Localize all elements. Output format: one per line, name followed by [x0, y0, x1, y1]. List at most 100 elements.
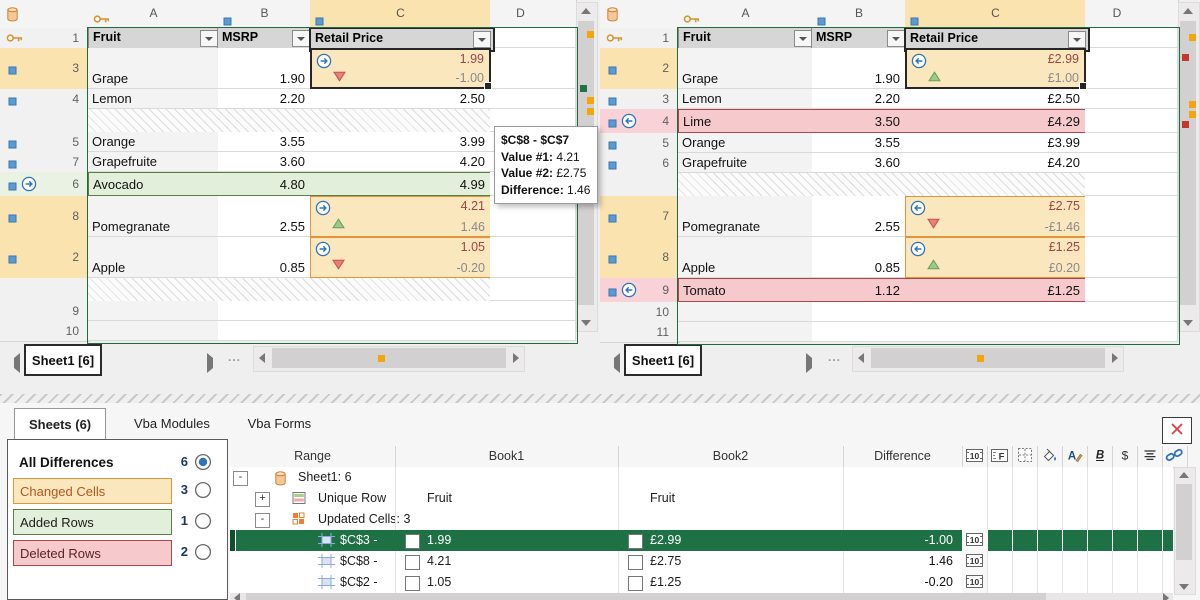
- scroll-thumb[interactable]: [1180, 21, 1196, 305]
- cell-empty[interactable]: [1085, 109, 1149, 133]
- fruit-cell[interactable]: Lime: [678, 109, 813, 133]
- font-format-button[interactable]: A: [1062, 446, 1088, 468]
- column-header-C[interactable]: C: [310, 0, 492, 29]
- goto-difference-icon[interactable]: [910, 241, 926, 260]
- fruit-cell[interactable]: Avocado: [88, 172, 219, 196]
- retail-cell[interactable]: [310, 321, 491, 341]
- filter-button[interactable]: [292, 30, 310, 47]
- cell-empty[interactable]: [1085, 237, 1149, 278]
- retail-cell[interactable]: £2.99£1.00: [905, 48, 1086, 89]
- filter-button[interactable]: [200, 30, 218, 47]
- scroll-thumb[interactable]: [871, 348, 1105, 368]
- row-header-4[interactable]: 4: [600, 109, 680, 134]
- row-header-3[interactable]: 3: [600, 89, 680, 110]
- collapse-button[interactable]: -: [233, 471, 248, 486]
- show-links-button[interactable]: [1162, 446, 1188, 468]
- scroll-thumb[interactable]: [246, 593, 1046, 600]
- sheet-nav-right-icon[interactable]: [207, 353, 221, 373]
- column-header-D[interactable]: D: [490, 0, 552, 29]
- scroll-down-button[interactable]: [1179, 584, 1189, 590]
- retail-cell[interactable]: [905, 322, 1086, 342]
- goto-difference-icon[interactable]: [910, 200, 926, 219]
- msrp-cell[interactable]: 0.85: [218, 237, 311, 278]
- msrp-cell[interactable]: 2.55: [218, 196, 311, 237]
- fruit-cell[interactable]: Apple: [88, 237, 219, 278]
- column-header-B[interactable]: B: [218, 0, 312, 29]
- retail-cell[interactable]: £2.50: [905, 89, 1086, 109]
- cell-empty[interactable]: [1148, 302, 1178, 322]
- msrp-cell[interactable]: 1.90: [218, 48, 311, 89]
- retail-cell[interactable]: £1.25£0.20: [905, 237, 1086, 278]
- row-header-3[interactable]: 3: [0, 48, 91, 90]
- filter-button[interactable]: [887, 30, 905, 47]
- cell-empty[interactable]: [1148, 196, 1178, 237]
- field-header-fruit[interactable]: Fruit: [88, 27, 221, 50]
- fruit-cell[interactable]: Lemon: [678, 89, 813, 109]
- legend-radio[interactable]: [194, 543, 212, 561]
- fruit-cell[interactable]: Pomegranate: [678, 196, 813, 237]
- column-header-difference[interactable]: Difference: [843, 446, 963, 468]
- column-header-book1[interactable]: Book1: [395, 446, 619, 468]
- scroll-right-button[interactable]: [513, 353, 519, 363]
- tab-vba-modules[interactable]: Vba Modules: [120, 408, 224, 438]
- filter-button[interactable]: [473, 31, 491, 48]
- fruit-cell[interactable]: Pomegranate: [88, 196, 219, 237]
- retail-cell[interactable]: 2.50: [310, 89, 491, 109]
- msrp-cell[interactable]: [218, 301, 311, 321]
- cell-empty[interactable]: [1085, 278, 1149, 302]
- msrp-cell[interactable]: 4.80: [218, 172, 311, 196]
- row-header-4[interactable]: 4: [0, 89, 90, 110]
- retail-cell[interactable]: [905, 302, 1086, 322]
- scroll-up-button[interactable]: [1183, 8, 1193, 14]
- sheet-tab[interactable]: Sheet1 [6]: [624, 344, 702, 376]
- row-header-1[interactable]: 1: [600, 28, 680, 49]
- fruit-cell[interactable]: [88, 321, 219, 341]
- cell-stub1[interactable]: [550, 28, 576, 48]
- diff-table-row[interactable]: $C$8 -4.21£2.751.4610: [230, 551, 1173, 573]
- legend-radio[interactable]: [194, 512, 212, 530]
- msrp-cell[interactable]: 1.12: [812, 278, 906, 302]
- cell-empty[interactable]: [1148, 133, 1178, 153]
- fruit-cell[interactable]: [88, 301, 219, 321]
- legend-radio[interactable]: [194, 481, 212, 499]
- sheet-nav-right-icon[interactable]: [806, 353, 820, 373]
- column-header-C[interactable]: C: [905, 0, 1087, 29]
- msrp-cell[interactable]: [812, 302, 906, 322]
- diff-table-row[interactable]: -Sheet1: 6: [230, 467, 1173, 489]
- row-header[interactable]: [600, 173, 680, 197]
- fruit-cell[interactable]: Lemon: [88, 89, 219, 109]
- cell-empty[interactable]: [1085, 173, 1149, 196]
- cell-empty[interactable]: [490, 89, 551, 109]
- number-format-button[interactable]: 10: [962, 446, 988, 468]
- retail-cell[interactable]: 1.05-0.20: [310, 237, 491, 278]
- select-all-corner[interactable]: [0, 0, 90, 29]
- column-header-B[interactable]: B: [812, 0, 907, 29]
- cell-checkbox[interactable]: [628, 576, 643, 591]
- sheet-nav-left-icon[interactable]: [606, 353, 620, 373]
- diff-table-row[interactable]: $C$3 -1.99£2.99-1.0010: [230, 530, 1173, 551]
- cell-empty[interactable]: [1148, 153, 1178, 173]
- tab-vba-forms[interactable]: Vba Forms: [234, 408, 326, 438]
- sheet-nav-left-icon[interactable]: [6, 353, 20, 373]
- msrp-cell[interactable]: 2.20: [812, 89, 906, 109]
- cell-checkbox[interactable]: [405, 555, 420, 570]
- cell-D1[interactable]: [490, 28, 551, 48]
- scroll-left-button[interactable]: [234, 593, 240, 600]
- scroll-right-button[interactable]: [1163, 593, 1169, 600]
- scroll-up-button[interactable]: [1179, 472, 1189, 478]
- msrp-cell[interactable]: 0.85: [812, 237, 906, 278]
- cell-empty[interactable]: [490, 48, 551, 89]
- cell-empty[interactable]: [1148, 109, 1178, 133]
- msrp-cell[interactable]: 3.50: [812, 109, 906, 133]
- scroll-right-button[interactable]: [1112, 353, 1118, 363]
- bold-button[interactable]: B: [1087, 446, 1113, 468]
- row-header-9[interactable]: 9: [600, 278, 680, 303]
- field-header-fruit[interactable]: Fruit: [678, 27, 815, 50]
- scroll-thumb[interactable]: [272, 348, 506, 368]
- cell-empty[interactable]: [1148, 278, 1178, 302]
- row-header[interactable]: [0, 109, 90, 133]
- fill-color-button[interactable]: [1037, 446, 1063, 468]
- expand-button[interactable]: +: [255, 492, 270, 507]
- row-header-10[interactable]: 10: [600, 302, 680, 323]
- cell-checkbox[interactable]: [405, 534, 420, 549]
